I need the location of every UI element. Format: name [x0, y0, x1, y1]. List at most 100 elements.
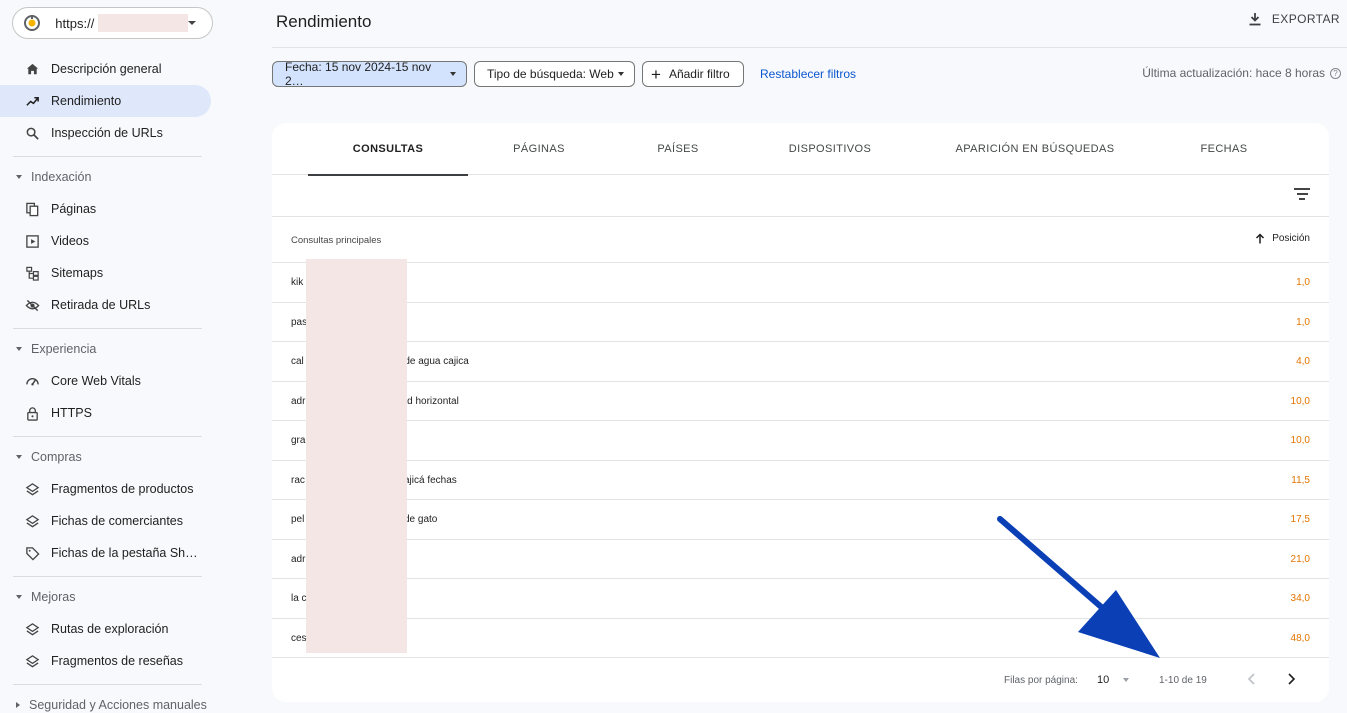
- table-row[interactable]: pas 1,0: [272, 303, 1329, 342]
- section-indexacion[interactable]: Indexación: [0, 163, 211, 191]
- query-text: la c: [291, 593, 307, 604]
- chevron-down-icon[interactable]: [1123, 678, 1129, 682]
- sidebar-item-performance[interactable]: Rendimiento: [0, 85, 211, 117]
- sidebar-divider: [13, 156, 202, 157]
- table-row[interactable]: cal o de agua cajica 4,0: [272, 342, 1329, 382]
- sidebar-divider: [13, 576, 202, 577]
- sidebar-item-videos[interactable]: Videos: [0, 225, 211, 257]
- next-page-button[interactable]: [1285, 672, 1297, 691]
- sidebar-item-breadcrumbs[interactable]: Rutas de exploración: [0, 613, 211, 645]
- arrow-up-icon: [1256, 233, 1265, 244]
- add-filter-button[interactable]: + Añadir filtro: [642, 61, 744, 87]
- column-header-queries[interactable]: Consultas principales: [291, 235, 381, 246]
- chevron-right-icon: [16, 702, 20, 708]
- tab-devices[interactable]: DISPOSITIVOS: [750, 123, 910, 175]
- table-row[interactable]: adr 21,0: [272, 540, 1329, 579]
- sidebar-divider: [13, 684, 202, 685]
- sidebar-item-label: Rendimiento: [51, 94, 122, 108]
- query-text: cal: [291, 356, 304, 367]
- query-text: adr: [291, 395, 306, 407]
- reset-filters-link[interactable]: Restablecer filtros: [760, 67, 856, 81]
- sidebar-item-label: Fichas de comerciantes: [51, 514, 184, 528]
- redaction-overlay: [306, 259, 407, 653]
- tab-dates[interactable]: FECHAS: [1144, 123, 1304, 175]
- column-header-position[interactable]: Posición: [1255, 233, 1310, 244]
- sidebar-item-label: Rutas de exploración: [51, 622, 169, 636]
- table-toolbar: [272, 175, 1329, 217]
- query-text: pas: [291, 316, 308, 328]
- tab-bar: CONSULTAS PÁGINAS PAÍSES DISPOSITIVOS AP…: [272, 123, 1329, 176]
- sidebar-item-url-inspection[interactable]: Inspección de URLs: [0, 117, 211, 149]
- sidebar-item-overview[interactable]: Descripción general: [0, 53, 211, 85]
- table-header: Consultas principales Posición: [272, 217, 1329, 263]
- sidebar-divider: [13, 436, 202, 437]
- table-row[interactable]: kik 1,0: [272, 263, 1329, 303]
- sidebar-divider: [13, 328, 202, 329]
- tab-search-appearance[interactable]: APARICIÓN EN BÚSQUEDAS: [935, 123, 1135, 175]
- chevron-down-icon: [188, 21, 196, 25]
- section-title: Mejoras: [31, 590, 76, 604]
- previous-page-button[interactable]: [1246, 672, 1258, 691]
- table-row[interactable]: pel de gato 17,5: [272, 500, 1329, 540]
- table-row[interactable]: ces 48,0: [272, 619, 1329, 658]
- section-compras[interactable]: Compras: [0, 443, 211, 471]
- table-row[interactable]: adr dad horizontal 10,0: [272, 382, 1329, 421]
- sidebar-item-shopping-tab[interactable]: Fichas de la pestaña Sh…: [0, 537, 211, 569]
- sidebar-item-pages[interactable]: Páginas: [0, 193, 211, 225]
- property-selector[interactable]: https://: [12, 7, 213, 39]
- last-update-status: Última actualización: hace 8 horas ?: [1142, 66, 1341, 80]
- add-filter-label: Añadir filtro: [668, 67, 730, 81]
- rows-per-page-select[interactable]: 10: [1097, 674, 1109, 686]
- date-filter[interactable]: Fecha: 15 nov 2024-15 nov 2…: [272, 60, 467, 88]
- sidebar-item-label: Descripción general: [51, 62, 162, 76]
- pagination-bar: Filas por página: 10 1-10 de 19: [272, 658, 1329, 702]
- section-seguridad[interactable]: Seguridad y Acciones manuales: [0, 691, 211, 713]
- tab-countries[interactable]: PAÍSES: [598, 123, 758, 175]
- query-text: ces: [291, 632, 307, 644]
- sidebar-item-label: Fichas de la pestaña Sh…: [51, 546, 198, 560]
- property-url: https://: [55, 15, 95, 31]
- layers-icon: [24, 653, 40, 669]
- chevron-down-icon: [16, 595, 22, 599]
- search-type-filter[interactable]: Tipo de búsqueda: Web: [474, 61, 635, 87]
- sidebar-item-core-web-vitals[interactable]: Core Web Vitals: [0, 365, 211, 397]
- section-mejoras[interactable]: Mejoras: [0, 583, 211, 611]
- column-header-position-label: Posición: [1272, 233, 1310, 244]
- download-icon: [1249, 13, 1261, 26]
- sidebar-item-removals[interactable]: Retirada de URLs: [0, 289, 211, 321]
- sidebar-item-review-snippets[interactable]: Fragmentos de reseñas: [0, 645, 211, 677]
- video-icon: [24, 233, 40, 249]
- section-title: Seguridad y Acciones manuales: [29, 698, 207, 712]
- filter-rows-icon[interactable]: [1294, 188, 1310, 202]
- section-experiencia[interactable]: Experiencia: [0, 335, 211, 363]
- plus-icon: +: [651, 64, 661, 84]
- search-console-logo: [23, 13, 41, 33]
- tab-pages[interactable]: PÁGINAS: [459, 123, 619, 175]
- position-value: 10,0: [1290, 435, 1310, 446]
- query-text: adr: [291, 553, 306, 565]
- sidebar-item-sitemaps[interactable]: Sitemaps: [0, 257, 211, 289]
- chevron-down-icon: [16, 347, 22, 351]
- sitemap-icon: [24, 265, 40, 281]
- lock-icon: [24, 405, 40, 421]
- table-row[interactable]: rac ajicá fechas 11,5: [272, 461, 1329, 500]
- redacted-url: [98, 14, 188, 32]
- tab-queries[interactable]: CONSULTAS: [308, 123, 468, 176]
- search-type-label: Tipo de búsqueda: Web: [487, 67, 614, 81]
- table-row[interactable]: la c 34,0: [272, 579, 1329, 619]
- layers-icon: [24, 481, 40, 497]
- query-text: pel: [291, 514, 305, 525]
- export-button[interactable]: EXPORTAR: [1248, 12, 1340, 26]
- position-value: 10,0: [1290, 395, 1310, 407]
- sidebar-item-https[interactable]: HTTPS: [0, 397, 211, 429]
- sidebar-item-merchant-listings[interactable]: Fichas de comerciantes: [0, 505, 211, 537]
- header-divider: [272, 47, 1347, 48]
- sidebar-item-label: Páginas: [51, 202, 97, 216]
- position-value: 4,0: [1296, 356, 1310, 367]
- help-icon[interactable]: ?: [1330, 67, 1341, 79]
- results-card: CONSULTAS PÁGINAS PAÍSES DISPOSITIVOS AP…: [272, 123, 1329, 702]
- sidebar-item-product-snippets[interactable]: Fragmentos de productos: [0, 473, 211, 505]
- table-row[interactable]: gra 10,0: [272, 421, 1329, 461]
- section-title: Indexación: [31, 170, 92, 184]
- section-title: Experiencia: [31, 342, 97, 356]
